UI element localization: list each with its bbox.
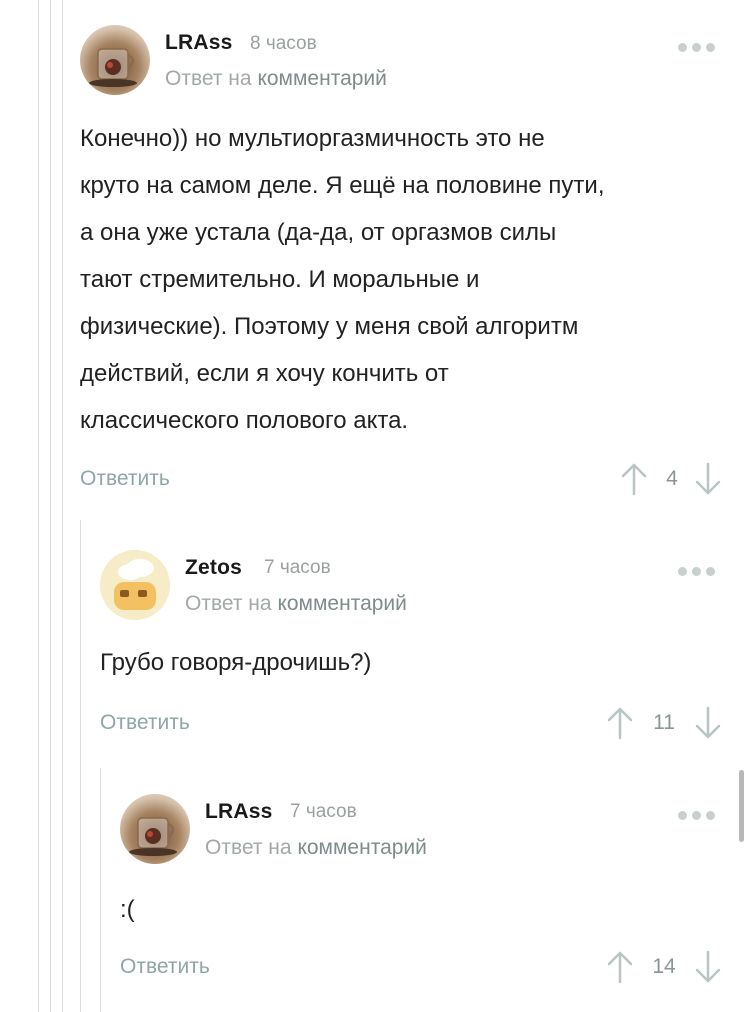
more-options-icon[interactable] [678, 807, 720, 825]
tea-cup-avatar [129, 817, 177, 856]
rating-count: 14 [652, 955, 676, 978]
timestamp: 7 часов [290, 801, 357, 822]
vote-controls: 14 [606, 950, 730, 984]
scrollbar[interactable] [739, 770, 744, 842]
reply-to: Ответ на комментарий [205, 836, 427, 860]
reply-to-link[interactable]: комментарий [297, 836, 426, 859]
upvote-icon[interactable] [606, 950, 634, 984]
reply-prefix: Ответ на [205, 836, 292, 859]
reply-button[interactable]: Ответить [120, 955, 210, 979]
avatar[interactable] [120, 794, 190, 864]
comment: LRAss 7 часов Ответ на комментарий :( От… [0, 0, 750, 1012]
comment-text: :( [120, 896, 135, 923]
author-name[interactable]: LRAss [205, 800, 273, 824]
downvote-icon[interactable] [694, 950, 722, 984]
